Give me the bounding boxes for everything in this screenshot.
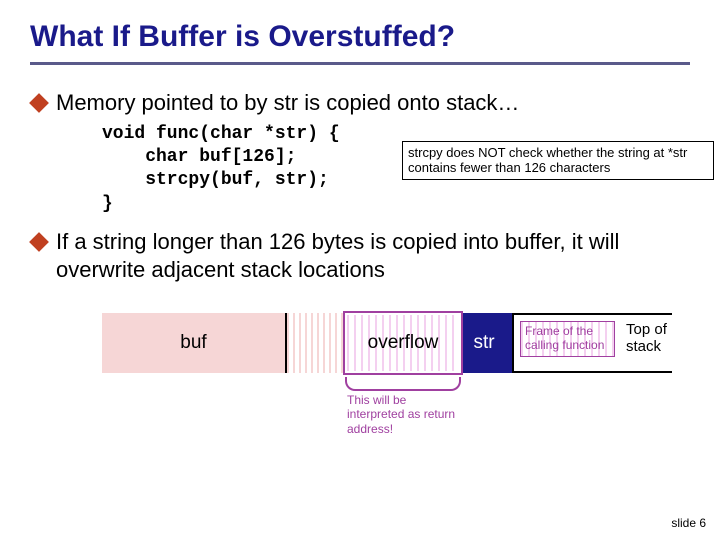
bullet-2-text: If a string longer than 126 bytes is cop… — [56, 228, 690, 283]
title-underline — [30, 62, 690, 65]
stack-top-label: Top of stack — [626, 321, 674, 356]
bullet-1: Memory pointed to by str is copied onto … — [30, 89, 690, 117]
code-line-4: } — [102, 193, 690, 216]
slide-number: slide 6 — [671, 516, 706, 530]
stack-diagram: buf overflow str Frame of the calling fu… — [102, 313, 672, 373]
brace-icon — [345, 377, 461, 391]
stack-frame-label: Frame of the calling function — [520, 321, 615, 357]
overflow-note: This will be interpreted as return addre… — [345, 393, 461, 436]
stack-seg-overflow: overflow — [343, 311, 463, 375]
slide-title: What If Buffer is Overstuffed? — [30, 20, 690, 54]
stack-seg-str: str — [454, 313, 514, 373]
slide: What If Buffer is Overstuffed? Memory po… — [0, 0, 720, 540]
diamond-icon — [29, 232, 49, 252]
stack-seg-frame: Frame of the calling function Top of sta… — [514, 313, 674, 373]
code-block: void func(char *str) { char buf[126]; st… — [102, 123, 690, 217]
callout-box: strcpy does NOT check whether the string… — [402, 141, 714, 180]
bullet-1-text: Memory pointed to by str is copied onto … — [56, 89, 519, 117]
diamond-icon — [29, 93, 49, 113]
overflow-annotation: This will be interpreted as return addre… — [345, 377, 461, 436]
bullet-2: If a string longer than 126 bytes is cop… — [30, 228, 690, 283]
stack-seg-buf: buf — [102, 313, 287, 373]
